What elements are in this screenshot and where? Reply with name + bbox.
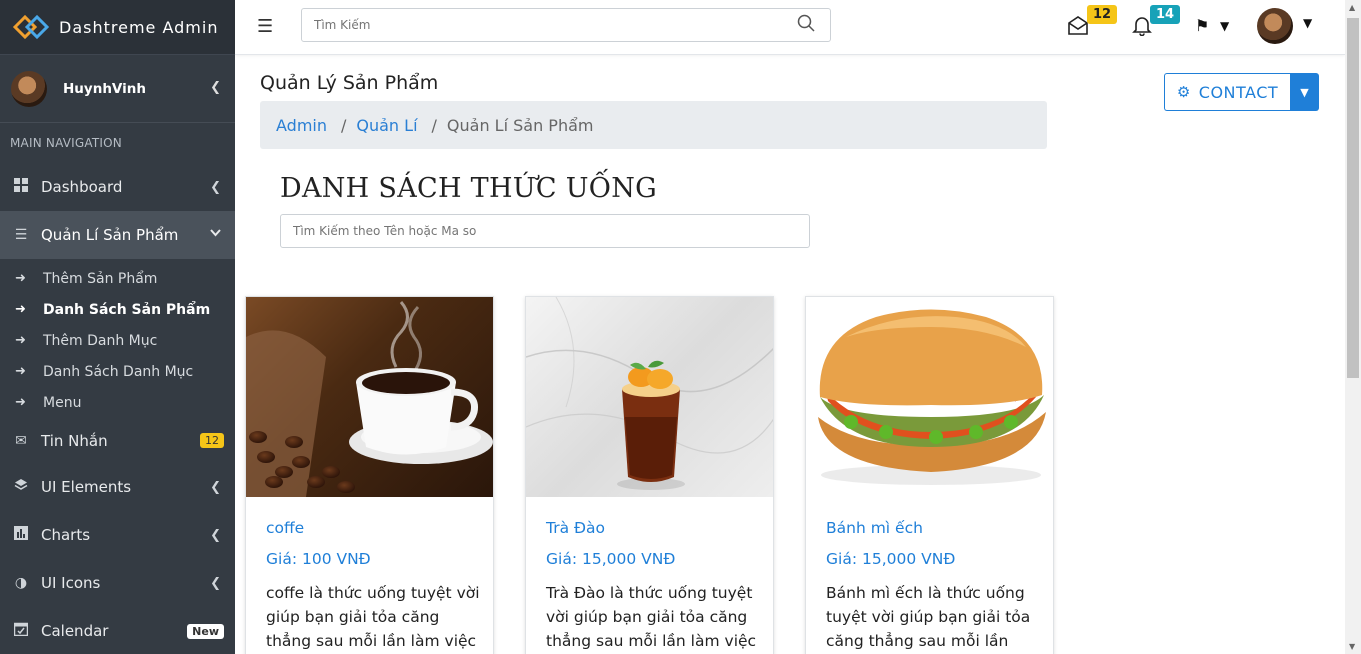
chevron-left-icon: ❮ (210, 575, 221, 591)
contrast-icon: ◑ (14, 575, 28, 591)
sidebar-item-ui-elements[interactable]: UI Elements ❮ (0, 463, 235, 511)
product-name[interactable]: Trà Đào (546, 519, 605, 537)
chevron-left-icon: ❮ (210, 527, 221, 543)
arrow-right-icon: ➜ (15, 271, 26, 286)
list-icon: ☰ (14, 227, 28, 243)
mail-badge: 12 (1087, 5, 1118, 24)
contact-button[interactable]: ⚙ CONTACT (1164, 73, 1290, 111)
layers-icon (11, 478, 31, 496)
breadcrumb-link-admin[interactable]: Admin (276, 116, 327, 135)
calendar-icon (11, 622, 31, 640)
sidebar-item-calendar[interactable]: Calendar New (0, 607, 235, 654)
product-image-peach-tea (526, 297, 773, 497)
product-description: coffe là thức uống tuyệt vời giúp bạn gi… (266, 584, 480, 650)
flag-icon[interactable]: ⚑ (1195, 16, 1209, 35)
hamburger-menu-icon[interactable]: ☰ (257, 16, 273, 37)
breadcrumb-link-management[interactable]: Quản Lí (356, 116, 417, 135)
product-description: Bánh mì ếch là thức uống tuyệt vời giúp … (826, 584, 1031, 650)
envelope-open-icon[interactable] (1067, 14, 1089, 40)
sidebar-item-label: UI Icons (41, 574, 101, 592)
sidebar-item-charts[interactable]: Charts ❮ (0, 511, 235, 559)
search-icon[interactable] (797, 14, 815, 36)
chart-icon (11, 526, 31, 544)
sub-item-label: Menu (43, 394, 82, 411)
sub-item-menu[interactable]: ➜ Menu (0, 387, 235, 418)
sidebar-item-product-management[interactable]: ☰ Quản Lí Sản Phẩm (0, 211, 235, 259)
breadcrumb-separator: / (341, 115, 347, 135)
page-title: Quản Lý Sản Phẩm (260, 72, 439, 94)
scrollbar-thumb[interactable] (1347, 18, 1359, 378)
dashboard-icon (11, 178, 31, 196)
user-name: HuynhVinh (63, 80, 146, 97)
breadcrumb-current: Quản Lí Sản Phẩm (446, 115, 594, 135)
list-heading: DANH SÁCH THỨC UỐNG (280, 173, 658, 204)
product-price: Giá: 15,000 VNĐ (826, 550, 956, 568)
product-card[interactable]: coffe Giá: 100 VNĐ coffe là thức uống tu… (245, 296, 494, 654)
sidebar-item-label: UI Elements (41, 478, 132, 496)
user-avatar (11, 70, 47, 107)
calendar-new-badge: New (187, 623, 224, 639)
chevron-left-icon[interactable]: ❮ (210, 80, 221, 95)
arrow-right-icon: ➜ (15, 333, 26, 348)
chevron-left-icon: ❮ (210, 479, 221, 495)
sub-item-label: Thêm Sản Phẩm (43, 270, 158, 287)
sidebar-item-ui-icons[interactable]: ◑ UI Icons ❮ (0, 559, 235, 607)
messages-badge: 12 (200, 433, 224, 448)
contact-dropdown-toggle[interactable]: ▼ (1290, 73, 1319, 111)
search-input[interactable] (301, 8, 831, 42)
brand-title: Dashtreme Admin (59, 17, 219, 37)
arrow-right-icon: ➜ (15, 302, 26, 317)
sidebar: Dashtreme Admin HuynhVinh ❮ MAIN NAVIGAT… (0, 0, 235, 654)
chevron-down-icon (210, 226, 221, 241)
sidebar-item-label: Quản Lí Sản Phẩm (41, 226, 179, 244)
breadcrumb: Admin / Quản Lí / Quản Lí Sản Phẩm (260, 101, 1047, 149)
scroll-down-arrow-icon[interactable]: ▼ (1349, 642, 1355, 651)
logo-icon (13, 14, 49, 40)
nav-section-header: MAIN NAVIGATION (10, 136, 122, 150)
sub-item-label: Thêm Danh Mục (43, 332, 158, 349)
product-name[interactable]: coffe (266, 519, 304, 537)
sidebar-item-label: Calendar (41, 622, 109, 640)
sub-item-add-category[interactable]: ➜ Thêm Danh Mục (0, 325, 235, 356)
scroll-up-arrow-icon[interactable]: ▲ (1349, 3, 1355, 12)
breadcrumb-separator: / (431, 115, 437, 135)
sidebar-item-label: Tin Nhắn (41, 431, 108, 450)
sidebar-item-label: Dashboard (41, 178, 123, 196)
sub-item-add-product[interactable]: ➜ Thêm Sản Phẩm (0, 263, 235, 294)
product-image-coffee (246, 297, 493, 497)
sub-item-product-list[interactable]: ➜ Danh Sách Sản Phẩm (0, 294, 235, 325)
contact-button-group: ⚙ CONTACT ▼ (1164, 73, 1319, 111)
caret-down-icon[interactable]: ▼ (1220, 19, 1229, 33)
sidebar-item-messages[interactable]: ✉ Tin Nhắn 12 (0, 418, 235, 463)
notification-badge: 14 (1150, 5, 1181, 24)
chevron-left-icon: ❮ (210, 179, 221, 195)
sub-item-label: Danh Sách Danh Mục (43, 363, 194, 380)
user-avatar-top[interactable] (1257, 8, 1293, 44)
user-panel[interactable]: HuynhVinh ❮ (0, 55, 235, 123)
product-description: Trà Đào là thức uống tuyệt vời giúp bạn … (546, 584, 757, 650)
product-price: Giá: 100 VNĐ (266, 550, 371, 568)
arrow-right-icon: ➜ (15, 395, 26, 410)
contact-label: CONTACT (1198, 82, 1279, 102)
product-card[interactable]: Bánh mì ếch Giá: 15,000 VNĐ Bánh mì ếch … (805, 296, 1054, 654)
sidebar-item-dashboard[interactable]: Dashboard ❮ (0, 163, 235, 211)
product-card[interactable]: Trà Đào Giá: 15,000 VNĐ Trà Đào là thức … (525, 296, 774, 654)
product-search-input[interactable] (280, 214, 810, 248)
gear-icon: ⚙ (1176, 83, 1191, 101)
sub-item-category-list[interactable]: ➜ Danh Sách Danh Mục (0, 356, 235, 387)
product-image-banh-mi (806, 297, 1053, 497)
arrow-right-icon: ➜ (15, 364, 26, 379)
caret-down-icon[interactable]: ▼ (1303, 16, 1312, 30)
page-scrollbar[interactable]: ▲ ▼ (1345, 0, 1361, 654)
product-name[interactable]: Bánh mì ếch (826, 519, 923, 537)
mail-icon: ✉ (15, 432, 27, 449)
product-price: Giá: 15,000 VNĐ (546, 550, 676, 568)
sidebar-item-label: Charts (41, 526, 91, 544)
brand[interactable]: Dashtreme Admin (0, 0, 235, 55)
sub-item-label: Danh Sách Sản Phẩm (43, 301, 211, 318)
topbar: ☰ 12 14 ⚑ ▼ ▼ (235, 0, 1345, 55)
